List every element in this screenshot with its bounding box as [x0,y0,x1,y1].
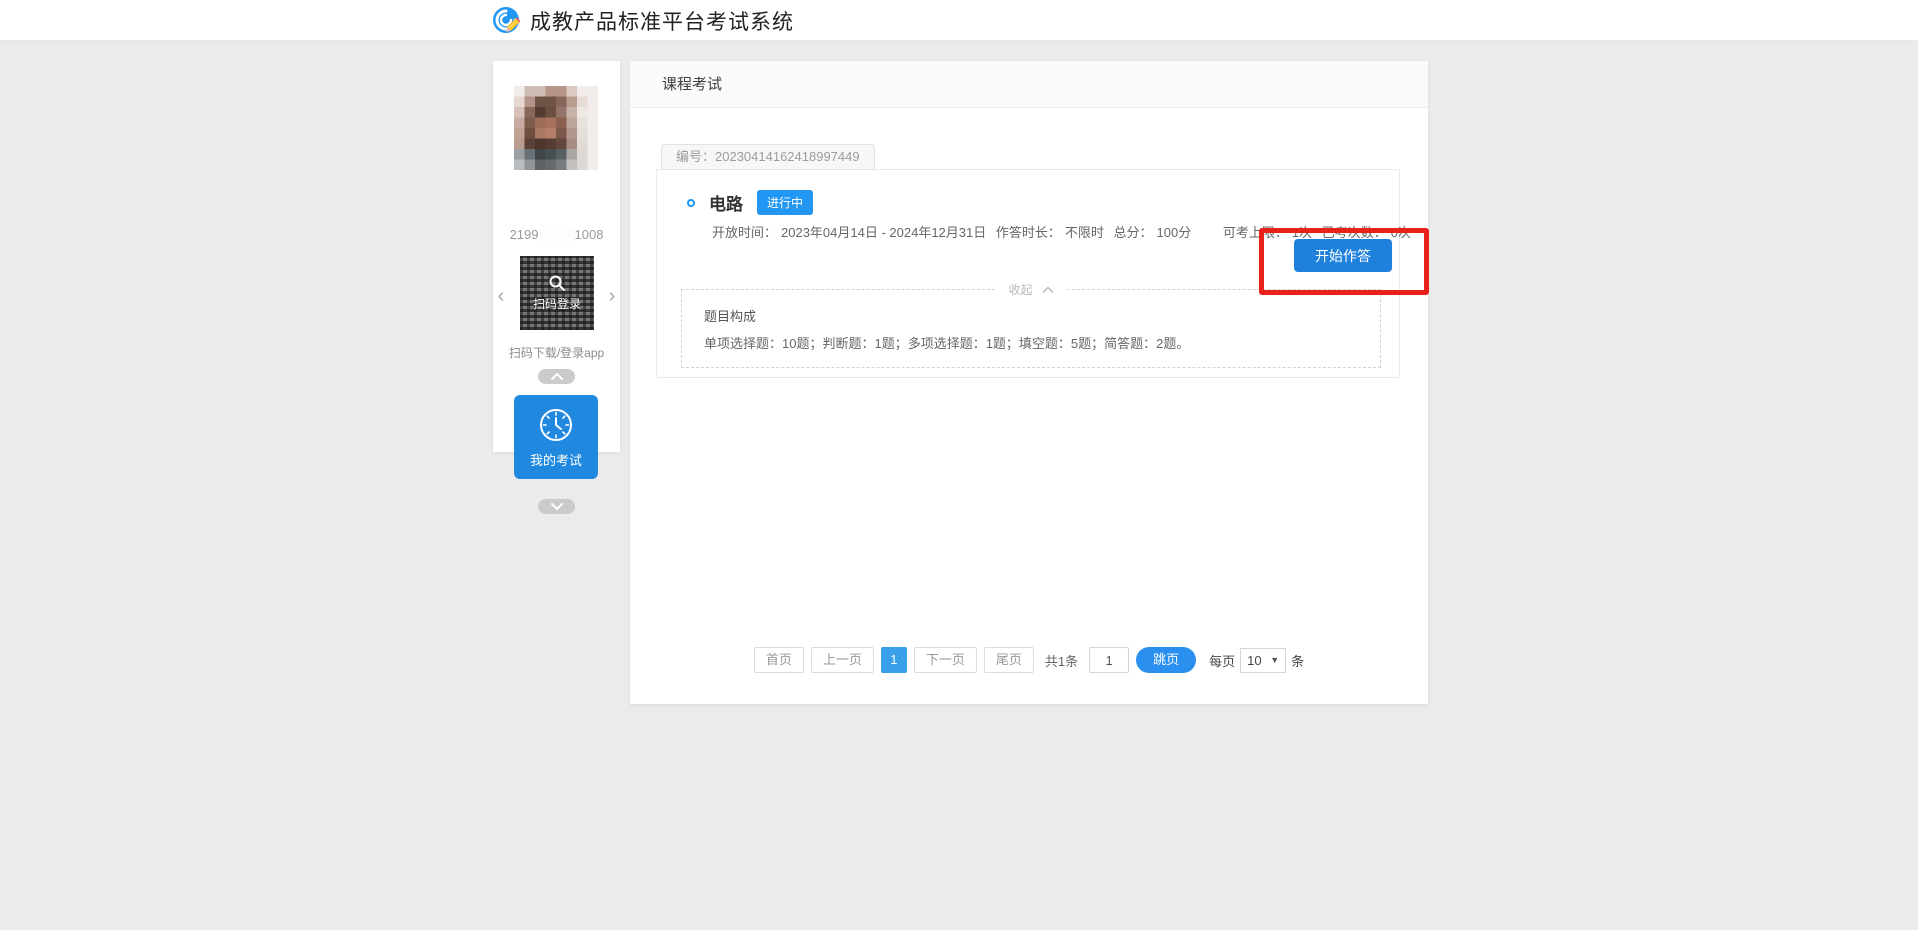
pagination-next-button[interactable]: 下一页 [914,647,977,673]
composition-detail: 单项选择题：10题；判断题：1题；多项选择题：1题；填空题：5题；简答题：2题。 [704,333,1189,352]
clock-icon [537,406,575,444]
exam-title-row: 电路 进行中 [687,190,813,215]
question-composition-box: 收起 题目构成 单项选择题：10题；判断题：1题；多项选择题：1题；填空题：5题… [681,289,1381,368]
qr-overlay-label: 扫码登录 [533,295,581,312]
my-exams-label: 我的考试 [530,450,582,469]
top-bar: 成教产品标准平台考试系统 [0,0,1918,41]
exam-card: 电路 进行中 开放时间：2023年04月14日 - 2024年12月31日 作答… [656,169,1400,378]
carousel-next-icon[interactable]: › [606,284,618,308]
start-answer-button[interactable]: 开始作答 [1294,239,1392,272]
exam-title: 电路 [709,190,743,215]
page-size-control: 每页 10 ▼ 条 [1209,648,1304,673]
status-badge: 进行中 [757,190,813,215]
app-title: 成教产品标准平台考试系统 [530,6,794,36]
carousel-prev-icon[interactable]: ‹ [495,284,507,308]
main-panel: 课程考试 编号：20230414162418997449 电路 进行中 开放时间… [630,61,1428,704]
qr-code[interactable]: 扫码登录 [520,256,594,330]
select-caret-icon: ▼ [1270,655,1279,665]
pagination-prev-button[interactable]: 上一页 [811,647,874,673]
magnifier-icon [548,274,566,292]
exam-number-tag: 编号：20230414162418997449 [661,144,875,170]
chevron-down-icon [551,503,563,510]
user-id: 21991008 [493,227,620,242]
per-page-prefix: 每页 [1209,651,1235,670]
section-title: 课程考试 [630,61,1428,108]
page-size-value: 10 [1247,653,1261,668]
composition-title: 题目构成 [704,306,756,325]
pagination-first-button[interactable]: 首页 [754,647,804,673]
pagination: 首页 上一页 1 下一页 尾页 共1条 跳页 每页 10 ▼ 条 [630,647,1428,673]
app-logo-icon [492,6,522,36]
pagination-last-button[interactable]: 尾页 [984,647,1034,673]
page-size-select[interactable]: 10 ▼ [1240,648,1286,673]
pagination-total: 共1条 [1045,651,1078,670]
collapse-toggle[interactable]: 收起 [996,281,1065,298]
avatar[interactable] [514,86,598,170]
pagination-page-1[interactable]: 1 [881,647,907,673]
page-jump-input[interactable] [1089,647,1129,673]
qr-carousel: ‹ 扫码登录 › [493,256,620,346]
qr-caption: 扫码下载/登录app [493,344,620,361]
sidebar: 21991008 ‹ 扫码登录 › 扫码下载/登录app [493,61,620,452]
brand: 成教产品标准平台考试系统 [492,0,794,41]
scroll-down-button[interactable] [538,499,575,514]
page-jump-button[interactable]: 跳页 [1136,647,1196,673]
scroll-up-button[interactable] [538,369,575,384]
sidebar-item-my-exams[interactable]: 我的考试 [514,395,598,479]
chevron-up-small-icon [1043,286,1054,293]
per-page-suffix: 条 [1291,651,1304,670]
chevron-up-icon [551,373,563,380]
exam-bullet-icon [687,199,695,207]
user-id-blur [539,230,575,242]
collapse-label: 收起 [1008,281,1032,298]
